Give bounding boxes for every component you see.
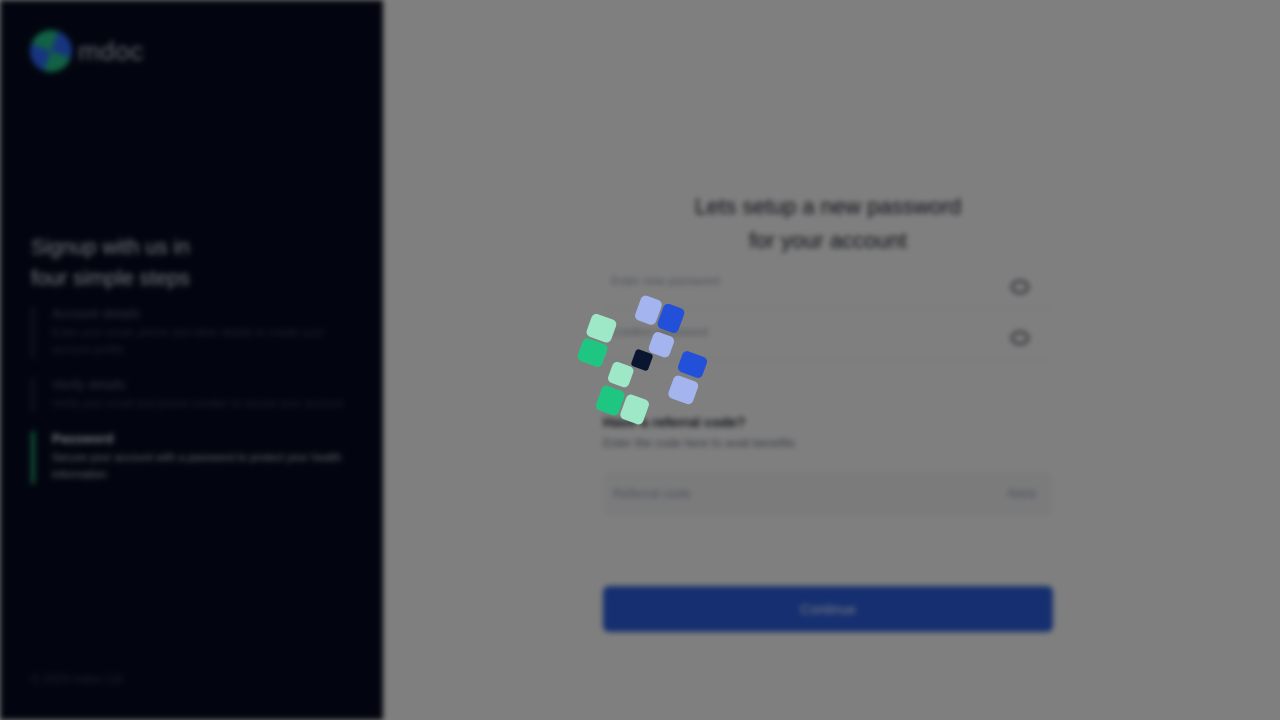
spinner-center	[631, 349, 653, 371]
loading-spinner-icon	[577, 295, 708, 425]
spinner-segment	[677, 351, 708, 378]
spinner-segment	[668, 375, 699, 405]
spinner-segment	[608, 361, 634, 388]
